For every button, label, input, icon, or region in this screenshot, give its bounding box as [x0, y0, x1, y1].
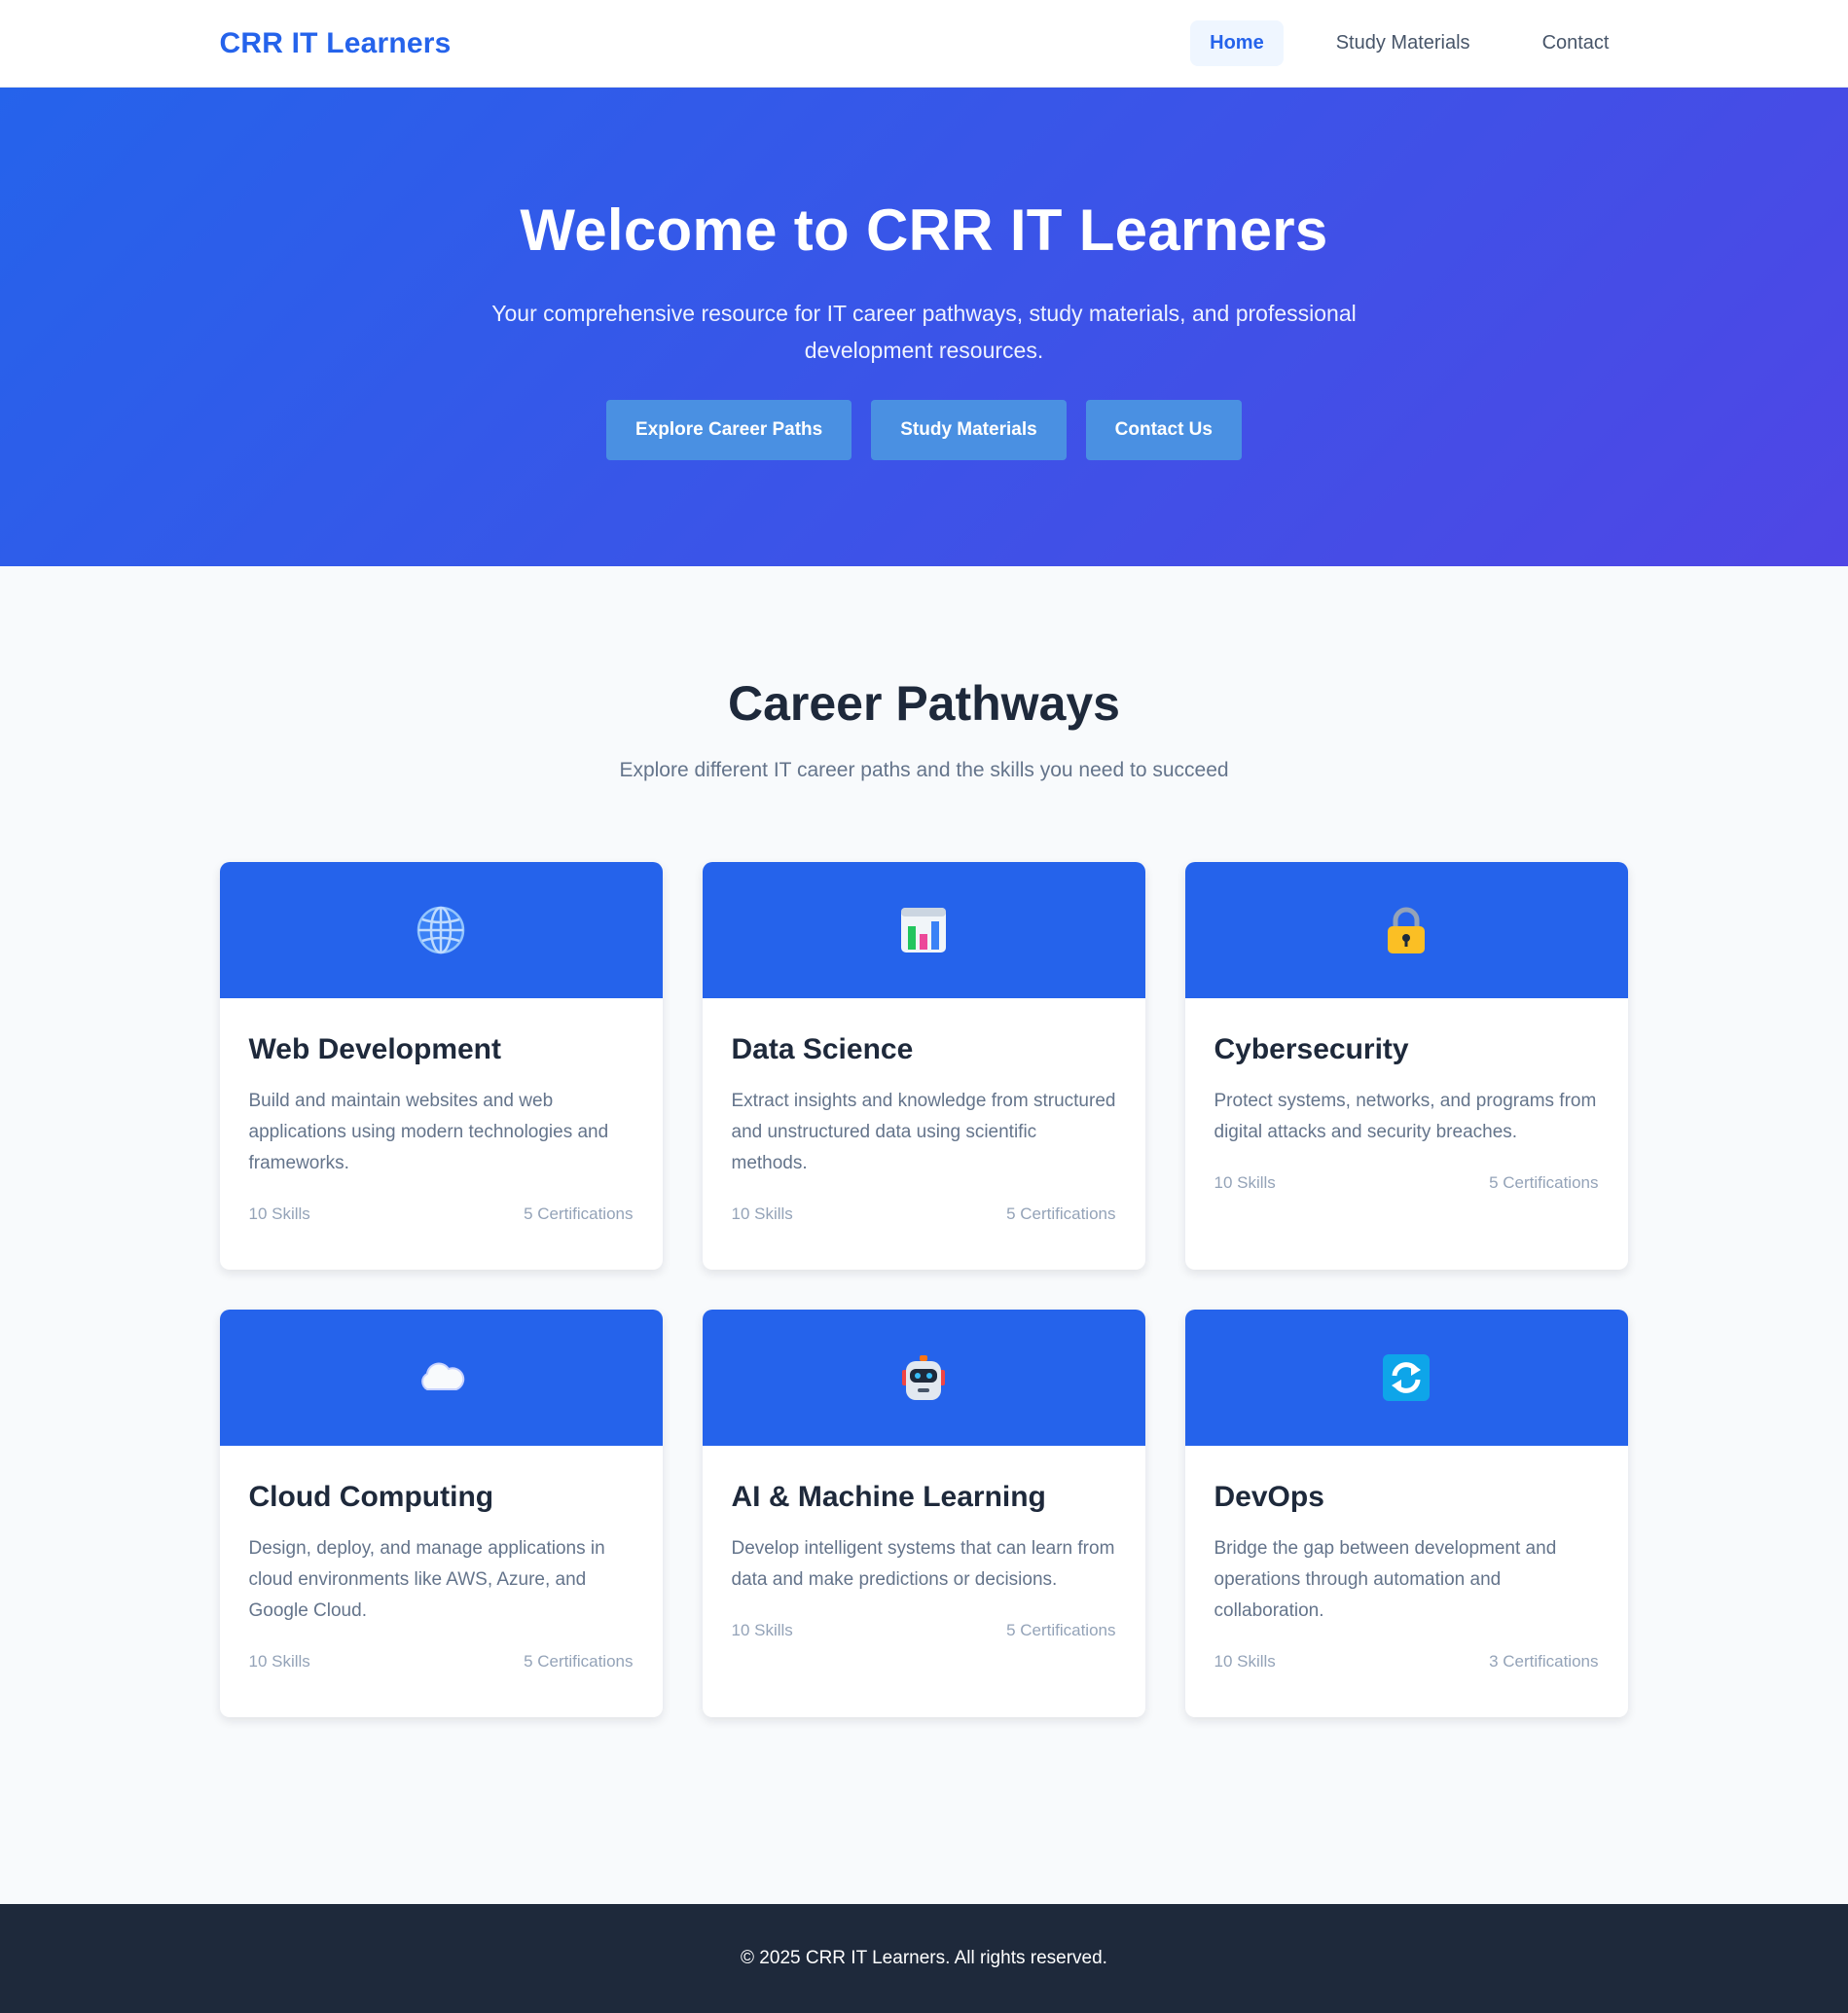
hero-section: Welcome to CRR IT Learners Your comprehe… [0, 88, 1848, 566]
card-body: Cloud Computing Design, deploy, and mana… [220, 1446, 663, 1717]
career-card-web-development[interactable]: Web Development Build and maintain websi… [219, 862, 663, 1270]
skills-count: 10 Skills [1214, 1173, 1276, 1192]
footer-copyright: © 2025 CRR IT Learners. All rights reser… [741, 1948, 1107, 1968]
skills-count: 10 Skills [248, 1204, 310, 1223]
cloud-icon [421, 1362, 465, 1390]
nav-link-contact[interactable]: Contact [1523, 20, 1629, 66]
card-title: AI & Machine Learning [731, 1481, 1046, 1513]
card-meta: 10 Skills 5 Certifications [1214, 1173, 1599, 1193]
card-description: Bridge the gap between development and o… [1214, 1538, 1557, 1621]
robot-icon [902, 1355, 945, 1400]
card-header [219, 862, 663, 998]
skills-count: 10 Skills [731, 1621, 793, 1639]
nav-link-study-materials[interactable]: Study Materials [1317, 20, 1490, 66]
nav-link-home[interactable]: Home [1190, 20, 1284, 66]
card-description: Protect systems, networks, and programs … [1214, 1091, 1597, 1142]
card-meta: 10 Skills 5 Certifications [249, 1204, 634, 1224]
navbar-inner: CRR IT Learners Home Study Materials Con… [216, 20, 1633, 66]
career-card-cloud-computing[interactable]: Cloud Computing Design, deploy, and mana… [219, 1310, 663, 1717]
section-title: Career Pathways [727, 676, 1120, 731]
hero-subtitle: Your comprehensive resource for IT caree… [491, 301, 1357, 363]
certifications-count: 5 Certifications [524, 1652, 634, 1671]
card-description: Design, deploy, and manage applications … [248, 1538, 605, 1621]
card-meta: 10 Skills 3 Certifications [1214, 1652, 1599, 1672]
certifications-count: 5 Certifications [1006, 1204, 1116, 1223]
card-description: Extract insights and knowledge from stru… [731, 1091, 1116, 1173]
card-title: Cybersecurity [1214, 1033, 1409, 1065]
bar-chart-icon [901, 908, 946, 953]
brand-logo-link[interactable]: CRR IT Learners [220, 27, 452, 60]
card-header [1184, 862, 1628, 998]
card-header [702, 862, 1145, 998]
skills-count: 10 Skills [248, 1652, 310, 1671]
card-title: Data Science [731, 1033, 914, 1065]
card-title: Cloud Computing [248, 1481, 494, 1513]
footer: © 2025 CRR IT Learners. All rights reser… [0, 1904, 1848, 2013]
card-body: Web Development Build and maintain websi… [220, 998, 663, 1270]
certifications-count: 5 Certifications [1489, 1173, 1599, 1192]
nav-links: Home Study Materials Contact [1190, 20, 1628, 66]
card-body: Cybersecurity Protect systems, networks,… [1185, 998, 1628, 1270]
globe-icon [417, 906, 465, 954]
career-pathways-section: Career Pathways Explore different IT car… [0, 566, 1848, 1717]
card-body: AI & Machine Learning Develop intelligen… [703, 1446, 1145, 1717]
career-card-ai-machine-learning[interactable]: AI & Machine Learning Develop intelligen… [702, 1310, 1145, 1717]
card-description: Build and maintain websites and web appl… [248, 1091, 609, 1173]
certifications-count: 5 Certifications [1006, 1621, 1116, 1639]
card-header [702, 1310, 1145, 1446]
skills-count: 10 Skills [731, 1204, 793, 1223]
card-body: Data Science Extract insights and knowle… [703, 998, 1145, 1270]
card-meta: 10 Skills 5 Certifications [249, 1652, 634, 1672]
card-meta: 10 Skills 5 Certifications [732, 1621, 1116, 1640]
career-card-grid: Web Development Build and maintain websi… [219, 862, 1629, 1717]
certifications-count: 5 Certifications [524, 1204, 634, 1223]
section-subtitle: Explore different IT career paths and th… [619, 759, 1229, 781]
career-card-cybersecurity[interactable]: Cybersecurity Protect systems, networks,… [1184, 862, 1628, 1270]
card-description: Develop intelligent systems that can lea… [731, 1538, 1115, 1590]
refresh-icon [1383, 1354, 1430, 1401]
certifications-count: 3 Certifications [1489, 1652, 1599, 1671]
card-body: DevOps Bridge the gap between developmen… [1185, 1446, 1628, 1717]
card-meta: 10 Skills 5 Certifications [732, 1204, 1116, 1224]
top-navbar: CRR IT Learners Home Study Materials Con… [0, 0, 1848, 88]
card-title: DevOps [1214, 1481, 1324, 1513]
skills-count: 10 Skills [1214, 1652, 1276, 1671]
hero-title: Welcome to CRR IT Learners [520, 198, 1328, 263]
hero-button-group: Explore Career Paths Study Materials Con… [606, 400, 1242, 460]
contact-us-button[interactable]: Contact Us [1085, 400, 1242, 460]
career-card-devops[interactable]: DevOps Bridge the gap between developmen… [1184, 1310, 1628, 1717]
card-header [1184, 1310, 1628, 1446]
explore-career-paths-button[interactable]: Explore Career Paths [606, 400, 852, 460]
card-title: Web Development [248, 1033, 502, 1065]
card-header [219, 1310, 663, 1446]
career-card-data-science[interactable]: Data Science Extract insights and knowle… [702, 862, 1145, 1270]
lock-icon [1388, 907, 1425, 953]
study-materials-button[interactable]: Study Materials [871, 400, 1067, 460]
